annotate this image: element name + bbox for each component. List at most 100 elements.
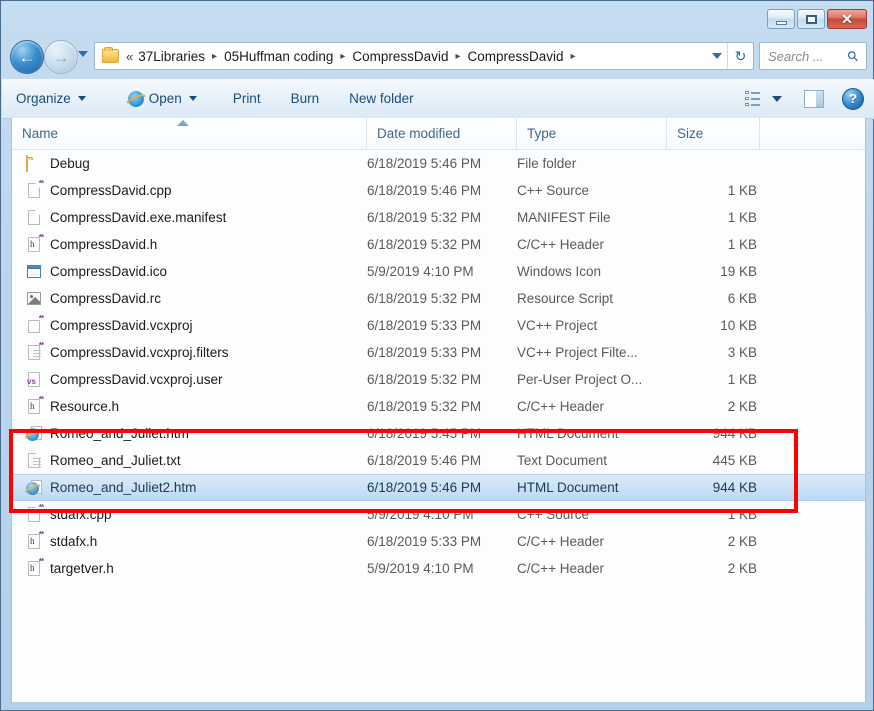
window-controls: ✕ — [767, 9, 867, 29]
file-name-cell[interactable]: h ** stdafx.h — [12, 530, 357, 550]
close-button[interactable]: ✕ — [827, 9, 867, 29]
file-type-cell: C++ Source — [517, 183, 590, 198]
file-date-cell: 6/18/2019 5:46 PM — [367, 453, 482, 468]
file-date-cell: 6/18/2019 5:46 PM — [367, 480, 482, 495]
file-date-cell: 5/9/2019 4:10 PM — [367, 561, 474, 576]
preview-pane-icon[interactable] — [804, 89, 824, 108]
file-name-cell[interactable]: ** CompressDavid.vcxproj — [12, 314, 357, 334]
search-input[interactable]: Search ... — [768, 49, 824, 64]
breadcrumb-item-1[interactable]: 05Huffman coding — [221, 47, 336, 66]
file-name-cell[interactable]: h ** CompressDavid.h — [12, 233, 357, 253]
forward-button[interactable]: → — [44, 40, 78, 74]
breadcrumb-separator-3[interactable]: ▸ — [567, 51, 580, 62]
column-header-type[interactable]: Type — [517, 118, 667, 149]
forward-arrow-icon: → — [52, 47, 70, 67]
file-date-cell: 6/18/2019 5:32 PM — [367, 291, 482, 306]
column-header-name[interactable]: Name — [12, 118, 367, 149]
file-size-cell: 2 KB — [727, 399, 757, 414]
file-size-cell: 6 KB — [727, 291, 757, 306]
file-name-cell[interactable]: h ** Resource.h — [12, 395, 357, 415]
cpp-source-icon: ** — [26, 503, 44, 523]
navigation-bar: ← → « 37Libraries ▸ 05Huffman coding ▸ C… — [2, 34, 874, 79]
table-row[interactable]: Romeo_and_Juliet.txt 6/18/2019 5:46 PM Tex… — [12, 447, 865, 474]
refresh-icon[interactable]: ↻ — [727, 43, 753, 69]
print-button[interactable]: Print — [223, 85, 271, 113]
search-box[interactable]: Search ... ⚲ — [759, 42, 867, 70]
open-button[interactable]: Open — [118, 85, 207, 113]
table-row[interactable]: vs CompressDavid.vcxproj.user 6/18/2019 5:… — [12, 366, 865, 393]
table-row[interactable]: ** stdafx.cpp 5/9/2019 4:10 PM C++ Source 1 … — [12, 501, 865, 528]
file-name-cell[interactable]: ** stdafx.cpp — [12, 503, 357, 523]
column-header-date-modified[interactable]: Date modified — [367, 118, 517, 149]
header-file-icon: h ** — [26, 557, 44, 577]
table-row[interactable]: ** CompressDavid.vcxproj.filters 6/18/2019… — [12, 339, 865, 366]
organize-button[interactable]: Organize — [6, 85, 96, 113]
file-name-cell[interactable]: Romeo_and_Juliet.htm — [12, 425, 357, 442]
table-row[interactable]: ** CompressDavid.vcxproj 6/18/2019 5:33 PM… — [12, 312, 865, 339]
command-toolbar: Organize Open Print Burn New folder ? — [2, 79, 874, 119]
recent-pages-chevron-down-icon[interactable] — [78, 51, 88, 57]
file-name-cell[interactable]: vs CompressDavid.vcxproj.user — [12, 371, 357, 388]
minimize-button[interactable] — [767, 9, 795, 29]
table-row[interactable]: CompressDavid.ico 5/9/2019 4:10 PM Windows… — [12, 258, 865, 285]
toolbar-right-group: ? — [745, 87, 874, 110]
column-header-name-label: Name — [22, 126, 59, 141]
column-header-size-label: Size — [677, 126, 704, 141]
file-name-cell[interactable]: CompressDavid.exe.manifest — [12, 209, 357, 226]
file-size-cell: 445 KB — [712, 453, 757, 468]
breadcrumb-overflow[interactable]: « — [124, 49, 135, 64]
file-name-cell[interactable]: ** CompressDavid.cpp — [12, 179, 357, 199]
table-row[interactable]: h ** Resource.h 6/18/2019 5:32 PM C/C++ Head… — [12, 393, 865, 420]
file-size-cell: 1 KB — [727, 237, 757, 252]
change-view-icon[interactable] — [745, 91, 762, 106]
file-name-cell[interactable]: CompressDavid.ico — [12, 264, 357, 280]
breadcrumb-separator-2[interactable]: ▸ — [451, 51, 464, 62]
file-size-cell: 10 KB — [720, 318, 757, 333]
view-chevron-down-icon[interactable] — [772, 95, 782, 102]
column-header-size[interactable]: Size — [667, 118, 760, 149]
file-date-cell: 5/9/2019 4:10 PM — [367, 264, 474, 279]
table-row[interactable]: Romeo_and_Juliet2.htm 6/18/2019 5:46 PM HT… — [12, 474, 865, 501]
file-type-cell: Per-User Project O... — [517, 372, 643, 387]
file-name-label: CompressDavid.vcxproj.filters — [50, 345, 229, 360]
maximize-button[interactable] — [797, 9, 825, 29]
file-type-cell: HTML Document — [517, 480, 619, 495]
file-name-cell[interactable]: Debug — [12, 154, 357, 172]
file-list-view[interactable]: Name Date modified Type Size Debug 6/18/2… — [11, 118, 866, 702]
file-name-label: Romeo_and_Juliet.txt — [50, 453, 181, 468]
back-button[interactable]: ← — [10, 40, 44, 74]
breadcrumb-item-3[interactable]: CompressDavid — [464, 47, 566, 66]
table-row[interactable]: h ** targetver.h 5/9/2019 4:10 PM C/C++ Head… — [12, 555, 865, 582]
blank-file-icon — [26, 209, 42, 226]
file-name-cell[interactable]: Romeo_and_Juliet.txt — [12, 452, 357, 469]
file-name-cell[interactable]: h ** targetver.h — [12, 557, 357, 577]
breadcrumb-item-0[interactable]: 37Libraries — [135, 47, 208, 66]
address-bar[interactable]: « 37Libraries ▸ 05Huffman coding ▸ Compr… — [94, 42, 754, 70]
table-row[interactable]: CompressDavid.exe.manifest 6/18/2019 5:32… — [12, 204, 865, 231]
help-icon[interactable]: ? — [842, 87, 864, 110]
file-type-cell: Resource Script — [517, 291, 614, 306]
breadcrumb-separator-1[interactable]: ▸ — [336, 51, 349, 62]
file-date-cell: 6/18/2019 5:45 PM — [367, 426, 482, 441]
windows-icon-file-icon — [26, 264, 42, 280]
table-row[interactable]: h ** stdafx.h 6/18/2019 5:33 PM C/C++ Header… — [12, 528, 865, 555]
table-row[interactable]: Romeo_and_Juliet.htm 6/18/2019 5:45 PM HTM… — [12, 420, 865, 447]
file-name-cell[interactable]: CompressDavid.rc — [12, 291, 357, 307]
burn-button[interactable]: Burn — [281, 85, 330, 113]
breadcrumb-separator-0[interactable]: ▸ — [208, 51, 221, 62]
html-file-icon — [26, 425, 42, 442]
breadcrumb-item-2[interactable]: CompressDavid — [349, 47, 451, 66]
file-name-label: targetver.h — [50, 561, 114, 576]
new-folder-button[interactable]: New folder — [339, 85, 424, 113]
file-name-cell[interactable]: Romeo_and_Juliet2.htm — [12, 479, 357, 496]
file-name-cell[interactable]: ** CompressDavid.vcxproj.filters — [12, 341, 357, 361]
table-row[interactable]: Debug 6/18/2019 5:46 PM File folder — [12, 150, 865, 177]
file-size-cell: 944 KB — [712, 426, 757, 441]
file-type-cell: MANIFEST File — [517, 210, 611, 225]
table-row[interactable]: h ** CompressDavid.h 6/18/2019 5:32 PM C/C++… — [12, 231, 865, 258]
table-row[interactable]: ** CompressDavid.cpp 6/18/2019 5:46 PM C++ … — [12, 177, 865, 204]
file-rows: Debug 6/18/2019 5:46 PM File folder ** Compr… — [12, 150, 865, 582]
previous-locations-chevron-down-icon[interactable] — [707, 53, 727, 59]
column-header-row: Name Date modified Type Size — [12, 118, 865, 150]
table-row[interactable]: CompressDavid.rc 6/18/2019 5:32 PM Resourc… — [12, 285, 865, 312]
